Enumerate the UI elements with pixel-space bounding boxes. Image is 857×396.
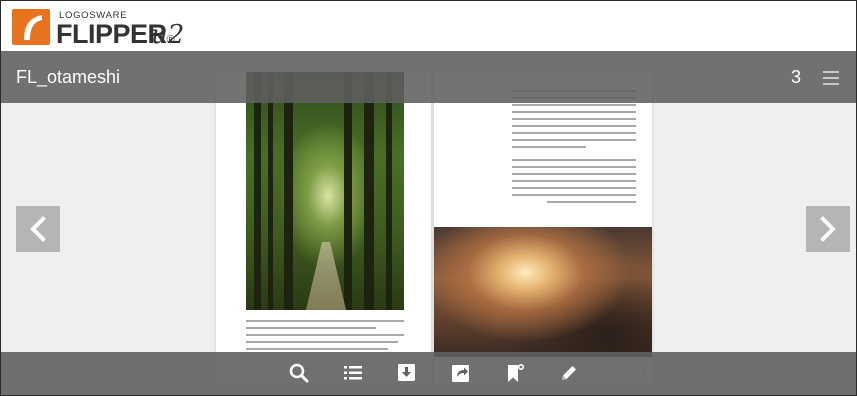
previous-page-button[interactable]	[16, 206, 60, 252]
chevron-right-icon	[820, 216, 836, 242]
left-page[interactable]: 2	[216, 72, 431, 386]
download-icon	[398, 364, 415, 381]
search-icon	[289, 363, 309, 383]
share-button[interactable]	[450, 362, 472, 384]
viewer-frame: LOGOSWARE FLIPPER® u2 2	[0, 0, 857, 396]
download-button[interactable]	[396, 362, 418, 384]
contents-list-icon	[344, 366, 362, 380]
forest-photo	[246, 72, 404, 310]
right-page[interactable]: 3	[434, 72, 652, 386]
document-title: FL_otameshi	[16, 67, 121, 87]
title-bar: FL_otameshi 3	[1, 51, 856, 103]
sunset-clouds-photo	[434, 227, 652, 357]
hamburger-menu-icon[interactable]	[823, 71, 839, 85]
share-icon	[452, 365, 469, 382]
chevron-left-icon	[30, 216, 46, 242]
bottom-toolbar	[1, 352, 856, 395]
pen-button[interactable]	[558, 362, 580, 384]
search-button[interactable]	[288, 362, 310, 384]
current-page-number: 3	[791, 67, 802, 87]
right-page-text	[512, 90, 636, 208]
app-header: LOGOSWARE FLIPPER® u2	[1, 1, 856, 51]
bookmark-icon	[508, 363, 525, 382]
brand-suffix: u2	[151, 20, 185, 50]
pen-icon	[562, 366, 576, 380]
left-page-text	[246, 320, 404, 355]
brand-big-text: FLIPPER	[56, 19, 167, 49]
contents-list-button[interactable]	[342, 362, 364, 384]
bookmark-button[interactable]	[504, 362, 526, 384]
flipper-logo-icon	[12, 9, 50, 45]
next-page-button[interactable]	[806, 206, 850, 252]
